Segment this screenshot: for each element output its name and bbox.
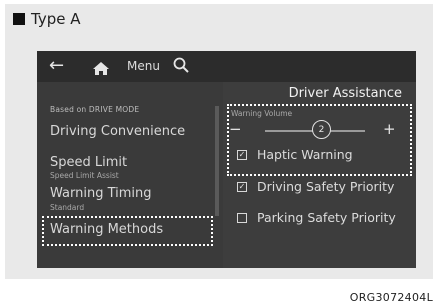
mode-note: Based on DRIVE MODE (50, 105, 140, 114)
figure-frame: Type A ← Menu Based on DRIVE MODE Drivin… (5, 4, 433, 279)
option-haptic-warning[interactable]: ✓ Haptic Warning (237, 147, 353, 162)
warning-volume-label: Warning Volume (231, 109, 293, 118)
volume-slider-knob[interactable]: 2 (312, 120, 331, 139)
menu-item-warning-timing[interactable]: Warning Timing (50, 186, 152, 201)
option-driving-safety-priority[interactable]: ✓ Driving Safety Priority (237, 179, 394, 194)
menu-item-driving-convenience[interactable]: Driving Convenience (50, 124, 185, 139)
arrow-left-icon[interactable]: ← (49, 55, 64, 77)
figure-code: ORG3072404L (349, 291, 433, 304)
checkbox-unchecked-icon[interactable] (237, 212, 247, 223)
home-icon[interactable] (93, 60, 109, 79)
option-parking-safety-priority[interactable]: Parking Safety Priority (237, 210, 396, 225)
option-label: Driving Safety Priority (257, 179, 395, 194)
type-label: Type A (13, 10, 80, 28)
type-label-text: Type A (31, 10, 81, 28)
volume-plus-button[interactable]: + (383, 120, 396, 138)
square-bullet-icon (13, 13, 25, 25)
checkbox-checked-icon[interactable]: ✓ (237, 181, 247, 192)
volume-minus-button[interactable]: − (229, 120, 242, 138)
scroll-divider (215, 106, 219, 216)
panel-title: Driver Assistance (288, 86, 402, 101)
infotainment-screen: ← Menu Based on DRIVE MODE Driving Conve… (37, 51, 416, 268)
checkbox-checked-icon[interactable]: ✓ (237, 149, 247, 160)
driver-assistance-panel: Driver Assistance Warning Volume − 2 + ✓… (223, 82, 416, 268)
menu-item-warning-timing-sub: Standard (50, 203, 85, 212)
left-menu-panel: Based on DRIVE MODE Driving Convenience … (37, 82, 215, 268)
option-label: Parking Safety Priority (257, 210, 396, 225)
menu-button[interactable]: Menu (127, 59, 160, 73)
menu-item-warning-methods[interactable]: Warning Methods (50, 222, 163, 237)
top-bar: ← Menu (37, 51, 416, 82)
menu-item-speed-limit-sub: Speed Limit Assist (50, 171, 119, 180)
search-icon[interactable] (173, 57, 189, 77)
option-label: Haptic Warning (257, 147, 353, 162)
menu-item-speed-limit[interactable]: Speed Limit (50, 155, 127, 170)
